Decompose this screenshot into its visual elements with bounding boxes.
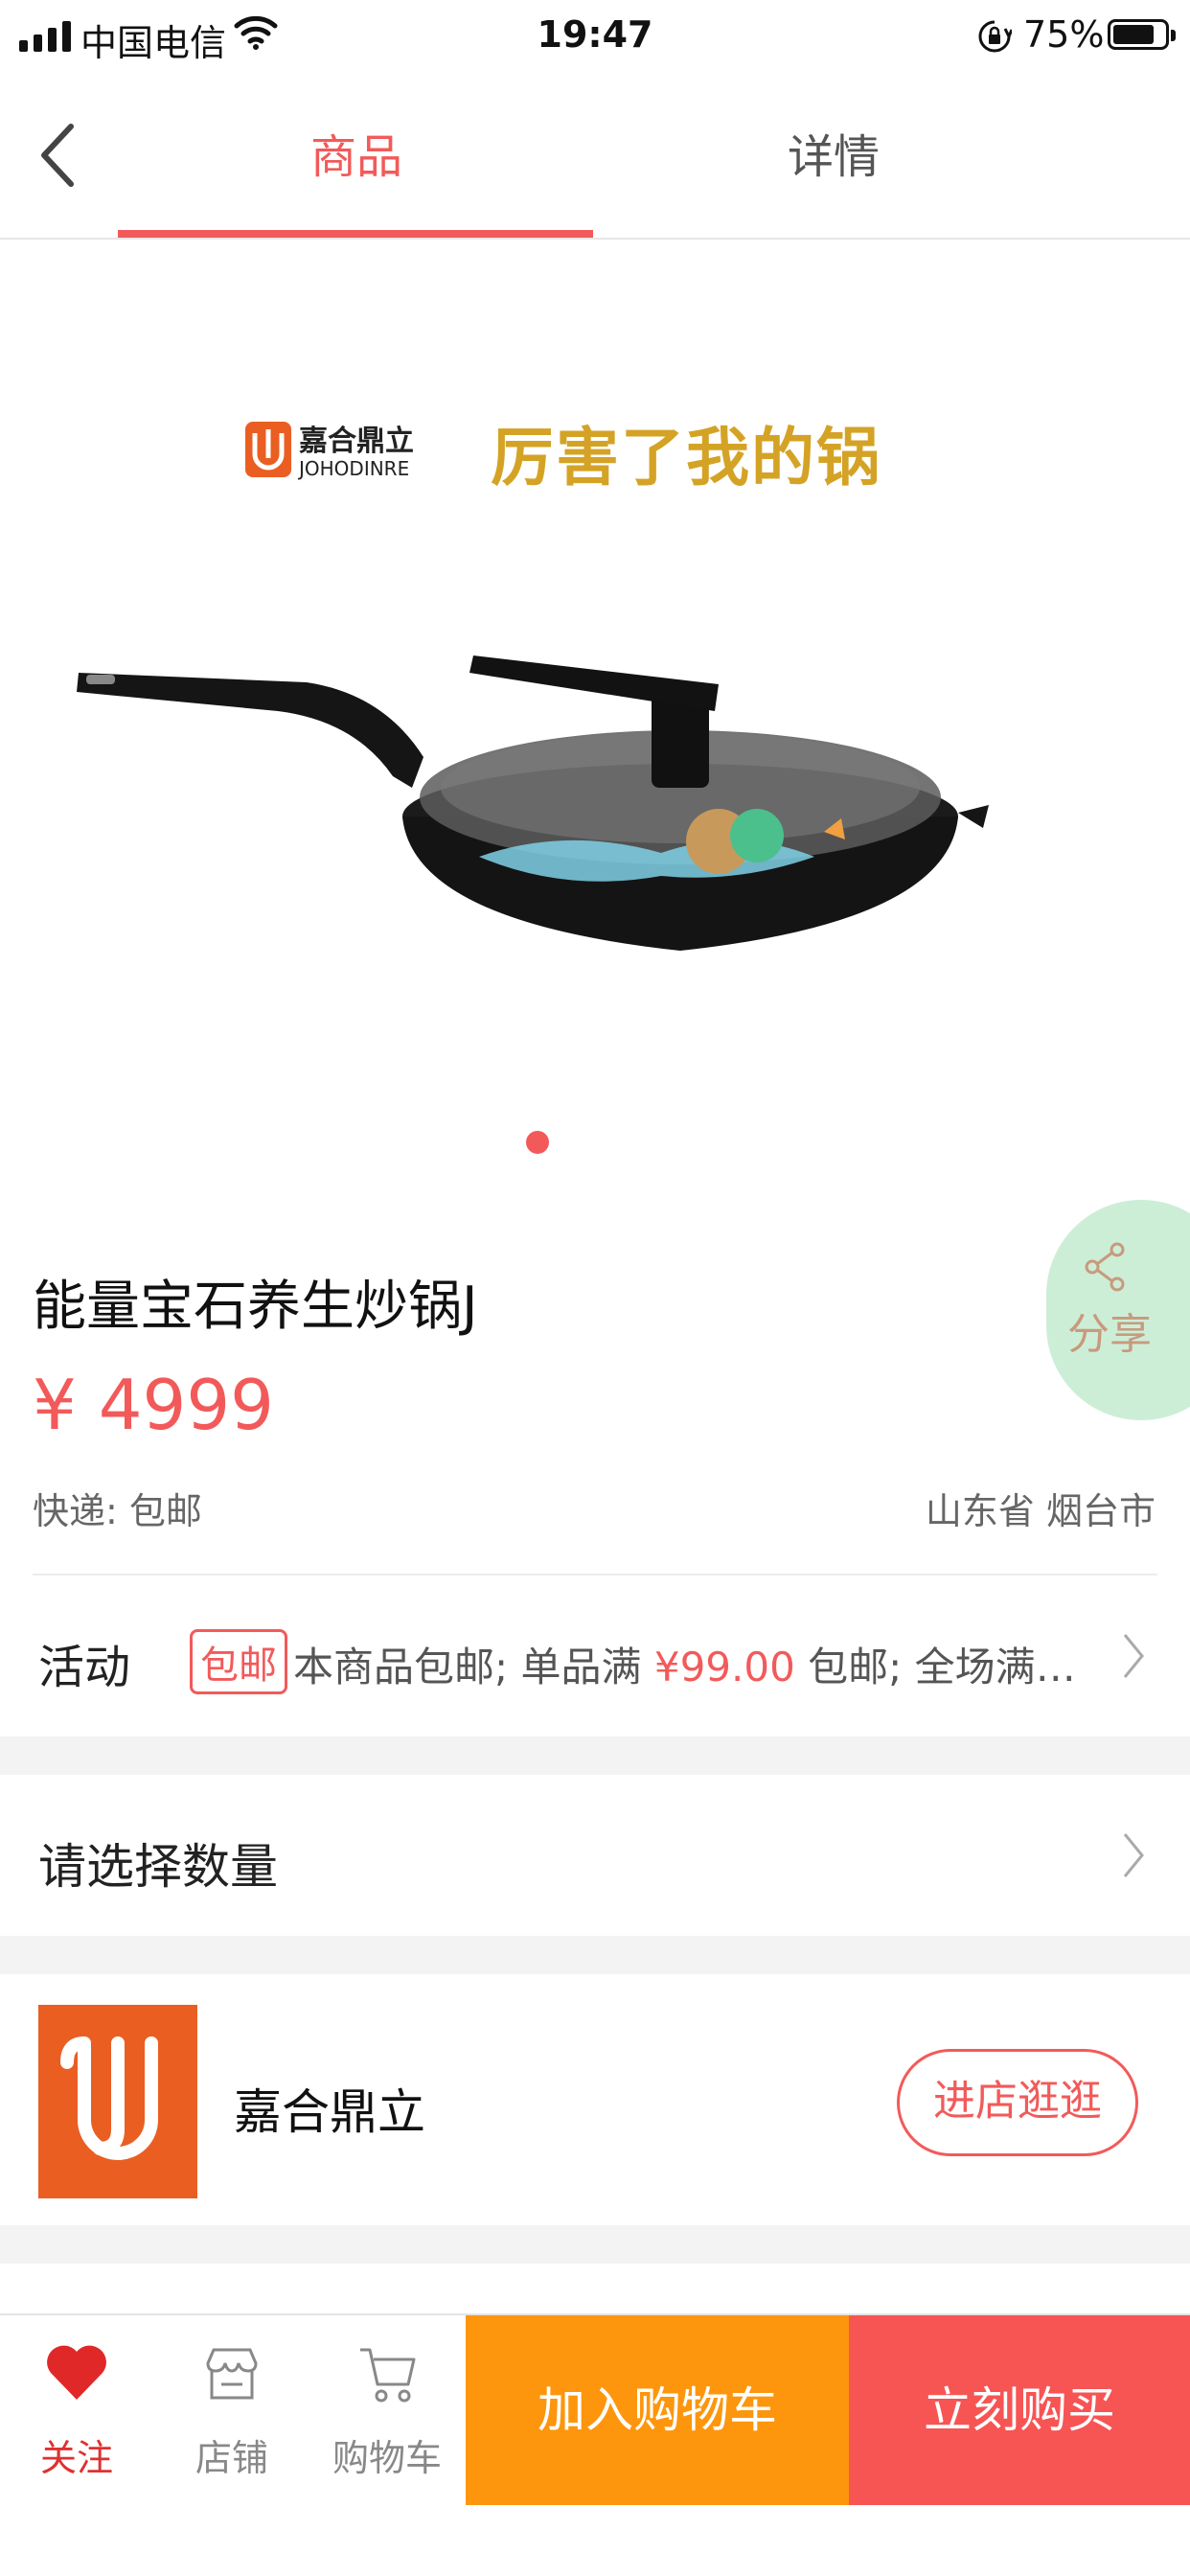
slogan: 厉害了我的锅 bbox=[491, 421, 881, 494]
promotion-row[interactable]: 活动 包邮 本商品包邮; 单品满 ¥99.00 包邮; 全场满 ¥99 ... bbox=[0, 1576, 1190, 1736]
shipping-info: 快递: 包邮 bbox=[33, 1490, 202, 1532]
store-logo[interactable] bbox=[38, 2005, 197, 2198]
bottom-action-bar: 关注 店铺 购物车 加入购物车 立刻购买 bbox=[0, 2313, 1190, 2505]
section-gap bbox=[0, 1736, 1190, 1775]
chevron-right-icon bbox=[1123, 1833, 1144, 1877]
status-bar: 中国电信 19:47 75% bbox=[0, 0, 1190, 73]
store-card: 嘉合鼎立 进店逛逛 bbox=[0, 1974, 1190, 2225]
quantity-selector-row[interactable]: 请选择数量 bbox=[0, 1775, 1190, 1936]
section-gap bbox=[0, 2225, 1190, 2264]
brand-logo: 嘉合鼎立 JOHODINRE bbox=[245, 422, 414, 480]
store-tab-button[interactable]: 店铺 bbox=[155, 2315, 309, 2507]
battery-percent: 75% bbox=[1023, 13, 1105, 56]
chevron-right-icon bbox=[1123, 1634, 1144, 1678]
cart-tab-button[interactable]: 购物车 bbox=[310, 2315, 464, 2507]
store-tab-label: 店铺 bbox=[195, 2437, 268, 2479]
share-label: 分享 bbox=[1067, 1310, 1152, 1359]
product-price: ¥ 4999 bbox=[33, 1365, 274, 1445]
cart-tab-label: 购物车 bbox=[332, 2437, 442, 2479]
heart-icon bbox=[47, 2345, 106, 2400]
store-logo-mark bbox=[60, 2036, 158, 2160]
promotion-text-part2: 包邮; 全场满 bbox=[794, 1644, 1049, 1690]
follow-button[interactable]: 关注 bbox=[0, 2315, 153, 2507]
promotion-text-part1: 本商品包邮; 单品满 bbox=[293, 1644, 654, 1690]
section-gap bbox=[0, 1936, 1190, 1974]
share-icon bbox=[1085, 1242, 1125, 1292]
store-name: 嘉合鼎立 bbox=[234, 2084, 425, 2140]
share-button[interactable]: 分享 bbox=[1046, 1200, 1190, 1420]
quantity-label: 请选择数量 bbox=[38, 1839, 278, 1895]
free-shipping-badge: 包邮 bbox=[190, 1629, 287, 1694]
top-nav: 商品 详情 bbox=[0, 73, 1190, 240]
tab-goods[interactable]: 商品 bbox=[213, 119, 500, 186]
carousel-indicator bbox=[526, 1131, 549, 1154]
wok-product-image bbox=[77, 656, 989, 951]
battery-icon bbox=[1108, 19, 1176, 50]
follow-label: 关注 bbox=[39, 2437, 113, 2479]
buy-now-button[interactable]: 立刻购买 bbox=[849, 2315, 1190, 2505]
ship-from-location: 山东省 烟台市 bbox=[925, 1490, 1156, 1532]
product-image-carousel[interactable]: 嘉合鼎立 JOHODINRE 厉害了我的锅 bbox=[0, 242, 1190, 1200]
store-icon bbox=[206, 2348, 258, 2400]
promotion-text: 本商品包邮; 单品满 ¥99.00 包邮; 全场满 ¥99 ... bbox=[293, 1635, 1079, 1693]
back-arrow-icon[interactable] bbox=[33, 117, 90, 194]
add-to-cart-button[interactable]: 加入购物车 bbox=[466, 2315, 849, 2505]
tab-detail[interactable]: 详情 bbox=[690, 119, 977, 186]
cart-icon bbox=[360, 2348, 416, 2403]
promotion-title: 活动 bbox=[38, 1641, 131, 1694]
home-indicator-area bbox=[0, 2505, 1190, 2576]
brand-en: JOHODINRE bbox=[297, 457, 409, 480]
product-title: 能量宝石养生炒锅J bbox=[33, 1276, 478, 1338]
brand-name: 嘉合鼎立 bbox=[299, 425, 414, 458]
rotation-lock-icon bbox=[978, 20, 1012, 53]
tab-active-indicator bbox=[118, 230, 593, 238]
visit-store-button[interactable]: 进店逛逛 bbox=[897, 2049, 1138, 2156]
promotion-amount-1: ¥99.00 bbox=[653, 1644, 795, 1690]
